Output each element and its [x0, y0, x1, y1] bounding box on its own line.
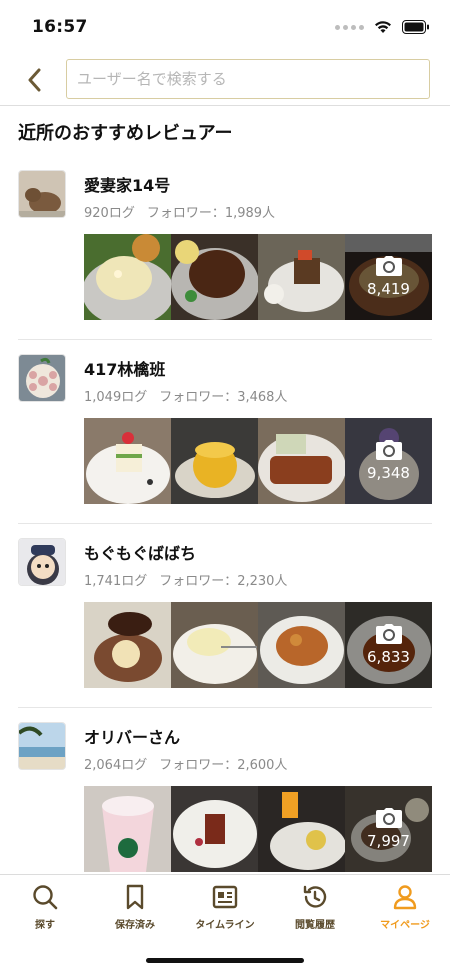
food-photo[interactable]: 9,348 — [345, 418, 432, 504]
camera-icon — [375, 808, 402, 828]
follower-count: フォロワー：3,468人 — [159, 390, 288, 405]
photo-count-overlay[interactable]: 9,348 — [345, 418, 432, 504]
follower-count: フォロワー：1,989人 — [146, 206, 276, 221]
home-indicator[interactable] — [146, 958, 304, 963]
photo-row: 6,833 — [84, 602, 432, 688]
log-count: 1,049ログ — [84, 390, 148, 405]
food-photo[interactable]: 6,833 — [345, 602, 432, 688]
person-icon — [393, 885, 417, 910]
food-photo[interactable] — [171, 602, 258, 688]
search-header — [0, 56, 450, 106]
food-photo[interactable] — [258, 418, 345, 504]
food-photo[interactable] — [171, 234, 258, 320]
photo-row: 7,997 — [84, 786, 432, 872]
reviewer-card[interactable]: 417林檎班 1,049ログ フォロワー：3,468人 9,348 — [0, 340, 450, 524]
tab-label: タイムライン — [195, 920, 255, 931]
section-title: 近所のおすすめレビュアー — [18, 123, 233, 144]
search-icon — [33, 885, 58, 910]
avatar[interactable] — [18, 722, 66, 770]
status-bar: 16:57 — [0, 0, 450, 56]
back-button[interactable] — [16, 62, 52, 98]
battery-icon — [402, 20, 429, 34]
photo-row: 9,348 — [84, 418, 432, 504]
avatar[interactable] — [18, 538, 66, 586]
follower-count: フォロワー：2,230人 — [159, 574, 288, 589]
chevron-left-icon — [28, 68, 41, 92]
log-count: 1,741ログ — [84, 574, 148, 589]
camera-icon — [375, 624, 402, 644]
tab-search[interactable]: 探す — [0, 883, 90, 939]
reviewer-name[interactable]: 417林檎班 — [84, 356, 165, 380]
food-photo[interactable] — [171, 418, 258, 504]
reviewer-name[interactable]: 愛妻家14号 — [84, 172, 170, 196]
photo-count: 7,997 — [367, 832, 410, 850]
photo-count: 6,833 — [367, 648, 410, 666]
reviewer-stats: 1,049ログ フォロワー：3,468人 — [84, 386, 287, 405]
history-icon — [303, 885, 327, 908]
photo-count: 8,419 — [367, 280, 410, 298]
tab-mypage[interactable]: マイページ — [360, 883, 450, 939]
photo-count-overlay[interactable]: 8,419 — [345, 234, 432, 320]
reviewer-name[interactable]: もぐもぐばばち — [84, 540, 196, 564]
status-time: 16:57 — [32, 17, 88, 37]
status-indicators — [335, 20, 430, 34]
tab-timeline[interactable]: タイムライン — [180, 883, 270, 939]
food-photo[interactable] — [84, 786, 171, 872]
reviewer-stats: 920ログ フォロワー：1,989人 — [84, 202, 275, 221]
wifi-icon — [375, 21, 391, 33]
follower-count: フォロワー：2,600人 — [159, 758, 288, 773]
avatar[interactable] — [18, 170, 66, 218]
user-search-input[interactable] — [66, 59, 430, 99]
food-photo[interactable] — [84, 602, 171, 688]
signal-icon — [335, 24, 364, 30]
food-photo[interactable] — [258, 234, 345, 320]
food-photo[interactable] — [258, 786, 345, 872]
photo-count: 9,348 — [367, 464, 410, 482]
reviewer-name[interactable]: オリバーさん — [84, 724, 180, 748]
reviewer-stats: 1,741ログ フォロワー：2,230人 — [84, 570, 287, 589]
tab-label: 閲覧履歴 — [295, 920, 335, 931]
tab-label: 保存済み — [115, 920, 155, 931]
photo-count-overlay[interactable]: 6,833 — [345, 602, 432, 688]
reviewer-card[interactable]: 愛妻家14号 920ログ フォロワー：1,989人 8,419 — [0, 156, 450, 340]
food-photo[interactable] — [84, 418, 171, 504]
bookmark-icon — [126, 884, 144, 910]
tab-saved[interactable]: 保存済み — [90, 883, 180, 939]
log-count: 920ログ — [84, 206, 135, 221]
camera-icon — [375, 440, 402, 460]
food-photo[interactable]: 8,419 — [345, 234, 432, 320]
log-count: 2,064ログ — [84, 758, 148, 773]
tab-label: マイページ — [380, 920, 430, 931]
food-photo[interactable] — [258, 602, 345, 688]
food-photo[interactable] — [84, 234, 171, 320]
photo-row: 8,419 — [84, 234, 432, 320]
photo-count-overlay[interactable]: 7,997 — [345, 786, 432, 872]
food-photo[interactable]: 7,997 — [345, 786, 432, 872]
tab-history[interactable]: 閲覧履歴 — [270, 883, 360, 939]
avatar[interactable] — [18, 354, 66, 402]
reviewer-card[interactable]: オリバーさん 2,064ログ フォロワー：2,600人 7,997 — [0, 708, 450, 892]
camera-icon — [375, 256, 402, 276]
food-photo[interactable] — [171, 786, 258, 872]
reviewer-card[interactable]: もぐもぐばばち 1,741ログ フォロワー：2,230人 6,833 — [0, 524, 450, 708]
timeline-icon — [212, 885, 238, 909]
tab-label: 探す — [35, 920, 55, 931]
reviewer-stats: 2,064ログ フォロワー：2,600人 — [84, 754, 287, 773]
